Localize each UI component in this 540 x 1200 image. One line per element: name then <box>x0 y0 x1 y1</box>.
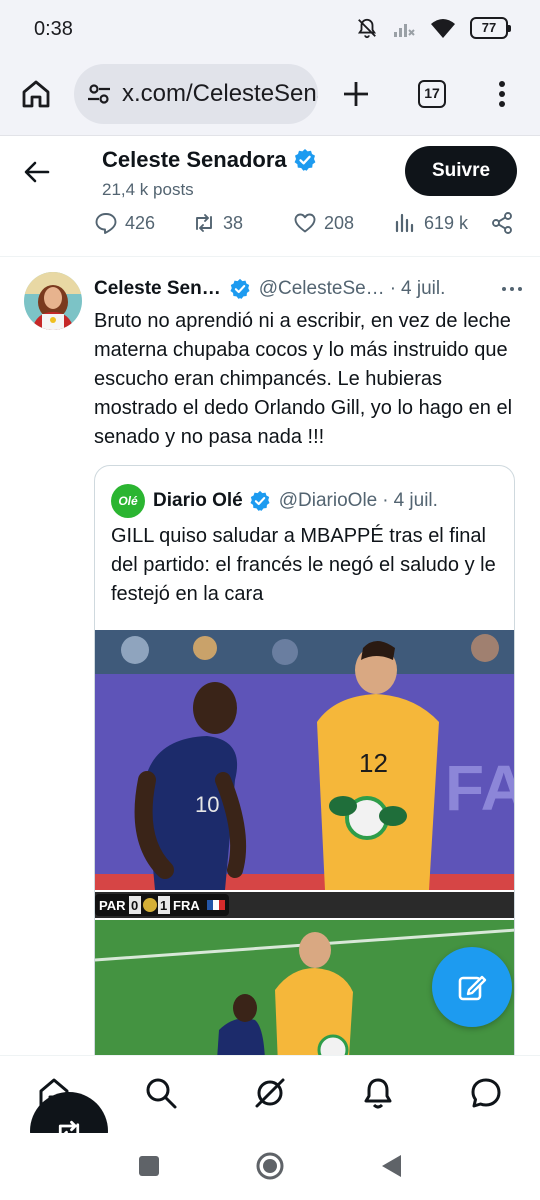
profile-name-text: Celeste Senadora <box>102 147 287 172</box>
views-icon <box>395 213 414 233</box>
wifi-icon <box>431 19 455 38</box>
tweet-text: Bruto no aprendió ni a escribir, en vez … <box>94 310 513 448</box>
follow-button[interactable]: Suivre <box>405 146 517 196</box>
verified-badge-icon <box>250 490 270 511</box>
media-banner-text: FA <box>445 752 515 824</box>
tweet-stats: 426 38 208 619 k <box>0 211 540 241</box>
avatar[interactable] <box>24 272 82 330</box>
home-circle-icon[interactable] <box>255 1151 285 1181</box>
score-home-team: PAR <box>99 898 126 913</box>
new-tab-plus-icon[interactable] <box>340 78 372 110</box>
views-stat[interactable]: 619 k <box>393 211 468 235</box>
signal-icon <box>394 24 415 37</box>
url-text[interactable]: x.com/CelesteSenadora <box>122 80 318 108</box>
score-away: 1 <box>160 898 167 913</box>
quoted-text: GILL quiso saludar a MBAPPÉ tras el fina… <box>111 525 496 605</box>
share-icon <box>492 212 512 234</box>
post-count: 21,4 k posts <box>102 180 194 199</box>
profile-name: Celeste Senadora <box>102 147 317 173</box>
quoted-logo-text: Olé <box>118 494 138 508</box>
tweet-date[interactable]: 4 juil. <box>401 278 445 300</box>
tab-count: 17 <box>424 85 440 101</box>
share-stat[interactable] <box>490 211 514 235</box>
battery-level: 77 <box>481 20 497 35</box>
status-bar: 0:38 77 <box>0 0 540 60</box>
media-jersey-number-france: 10 <box>195 792 219 817</box>
reply-icon <box>95 213 117 234</box>
recents-icon[interactable] <box>134 1151 164 1181</box>
verified-badge-icon <box>230 278 250 299</box>
tweet-author-handle[interactable]: @CelesteSe… <box>259 278 385 300</box>
grok-icon[interactable] <box>253 1076 287 1110</box>
tweet-header: Celeste Sen… @CelesteSe… · 4 juil. <box>94 275 524 303</box>
quoted-avatar-logo: Olé <box>111 484 145 518</box>
quoted-date[interactable]: 4 juil. <box>394 490 438 512</box>
status-time: 0:38 <box>34 18 73 40</box>
bell-off-icon <box>357 18 377 39</box>
home-icon[interactable] <box>20 78 52 110</box>
compose-button[interactable] <box>432 947 512 1027</box>
quoted-separator: · <box>382 490 389 511</box>
score-home: 0 <box>131 898 138 913</box>
repost-count: 38 <box>223 212 244 233</box>
views-count: 619 k <box>424 212 469 233</box>
more-vertical-icon[interactable] <box>492 78 512 110</box>
back-arrow-icon[interactable] <box>22 157 52 187</box>
url-bar[interactable]: x.com/CelesteSenadora <box>74 64 318 124</box>
quoted-author-handle[interactable]: @DiarioOle <box>279 490 377 512</box>
messages-icon[interactable] <box>469 1076 503 1110</box>
tweet-author-name[interactable]: Celeste Sen… <box>94 278 221 300</box>
tabs-icon[interactable]: 17 <box>418 80 446 108</box>
repost-icon <box>196 214 212 232</box>
media-jersey-number-paraguay: 12 <box>359 748 388 778</box>
compose-icon <box>458 975 487 1001</box>
profile-header: Celeste Senadora 21,4 k posts Suivre 426… <box>0 137 540 257</box>
quoted-author-name[interactable]: Diario Olé <box>153 490 243 512</box>
avatar-image <box>24 272 82 330</box>
system-navigation <box>0 1133 540 1200</box>
like-stat[interactable]: 208 <box>293 211 354 235</box>
search-icon[interactable] <box>144 1076 178 1110</box>
like-count: 208 <box>324 212 355 233</box>
more-horizontal-icon[interactable] <box>500 277 524 301</box>
site-settings-icon[interactable] <box>86 81 112 107</box>
follow-label: Suivre <box>431 160 491 181</box>
reply-stat[interactable]: 426 <box>94 211 155 235</box>
browser-toolbar: x.com/CelesteSenadora 17 <box>0 60 540 136</box>
tweet-separator: · <box>389 278 397 299</box>
notifications-icon[interactable] <box>361 1076 395 1110</box>
repost-stat[interactable]: 38 <box>192 211 243 235</box>
score-away-team: FRA <box>173 898 200 913</box>
back-triangle-icon[interactable] <box>377 1151 407 1181</box>
battery-icon: 77 <box>470 17 511 39</box>
reply-count: 426 <box>125 212 156 233</box>
quoted-header: Olé Diario Olé @DiarioOle · 4 juil. <box>111 484 438 518</box>
verified-badge-icon <box>294 149 316 171</box>
heart-icon <box>294 213 316 233</box>
